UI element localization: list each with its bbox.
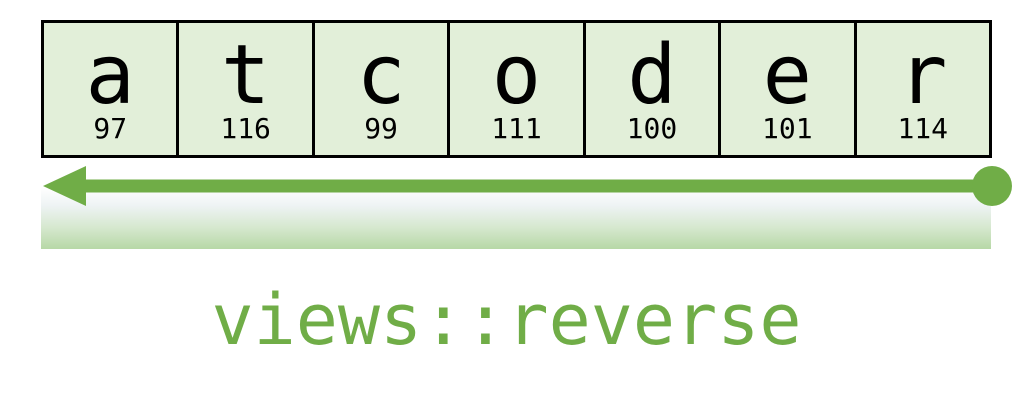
caption: views::reverse [211,279,802,361]
arrow-head-icon [43,166,86,206]
arrow-origin-dot [972,166,1012,206]
